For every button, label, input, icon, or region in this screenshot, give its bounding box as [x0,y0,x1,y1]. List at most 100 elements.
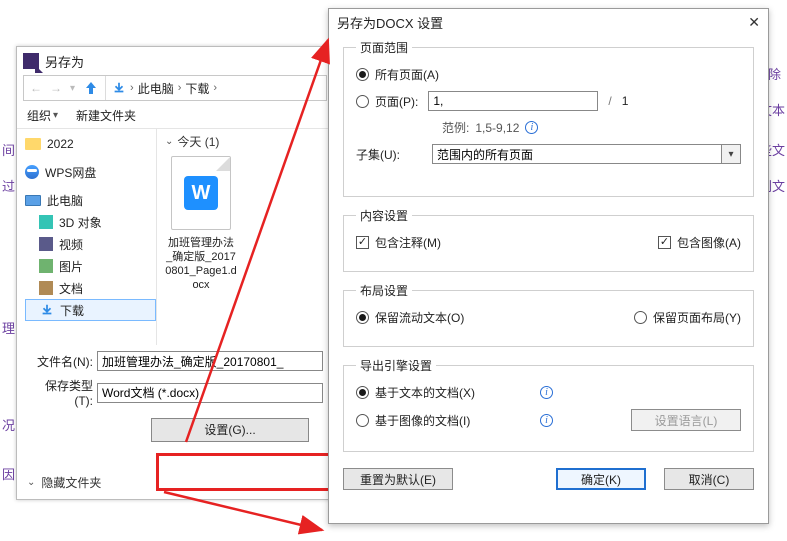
chevron-right-icon[interactable]: › [130,82,134,94]
breadcrumb-downloads[interactable]: 下载 [185,80,209,97]
organize-menu[interactable]: 组织▾ [27,107,58,124]
radio-engine-image[interactable]: 基于图像的文档(I) [356,412,516,429]
radio-pages[interactable]: 页面(P): [356,93,418,110]
hide-folders-toggle[interactable]: ⌄ 隐藏文件夹 [27,474,101,491]
tree-item-docs[interactable]: 文档 [25,277,156,299]
bg-text: 过 [2,176,15,195]
example-label: 范例: [442,119,469,136]
chevron-down-icon[interactable]: ▾ [721,144,741,164]
address-bar[interactable]: ← → ▾ › 此电脑 › 下载 › [23,75,327,101]
group-page-range: 页面范围 所有页面(A) 页面(P): / 1 范例: 1,5-9,12 i [343,39,754,197]
info-icon[interactable]: i [540,386,553,399]
dialog-title: 另存为 [45,52,84,71]
chevron-down-icon: ⌄ [27,477,35,488]
bg-text: 除 [768,64,781,83]
group-title: 布局设置 [356,282,412,299]
checkbox-icon [658,236,671,249]
group-layout: 布局设置 保留流动文本(O) 保留页面布局(Y) [343,282,754,347]
info-icon[interactable]: i [525,121,538,134]
file-item[interactable]: W 加班管理办法_确定版_20170801_Page1.docx [165,156,237,292]
info-icon[interactable]: i [540,414,553,427]
filetype-select[interactable] [97,383,323,403]
download-icon [112,81,126,95]
radio-icon [356,68,369,81]
nav-up-icon[interactable] [83,80,99,96]
radio-icon [356,386,369,399]
chevron-right-icon[interactable]: › [178,82,182,94]
new-folder-button[interactable]: 新建文件夹 [76,107,136,124]
tree-item-video[interactable]: 视频 [25,233,156,255]
folder-icon [25,138,41,150]
dialog-title: 另存为DOCX 设置 [337,13,443,32]
set-language-button: 设置语言(L) [631,409,741,431]
checkbox-include-notes[interactable]: 包含注释(M) [356,234,441,251]
radio-icon [634,311,647,324]
subset-label: 子集(U): [356,146,422,163]
cloud-icon [25,165,39,179]
toolbar: 组织▾ 新建文件夹 [17,101,333,129]
tree-item-pic[interactable]: 图片 [25,255,156,277]
bg-text: 理 [2,318,15,337]
pages-total: 1 [622,94,629,108]
video-icon [39,237,53,251]
settings-button[interactable]: 设置(G)... [151,418,309,442]
word-icon: W [184,176,218,210]
example-value: 1,5-9,12 [475,121,519,135]
bg-text: 因 [2,464,15,483]
download-icon [40,303,54,317]
tree-item-wps[interactable]: WPS网盘 [25,161,156,183]
tree-item-2022[interactable]: 2022 [25,133,156,155]
folder-tree[interactable]: 2022 WPS网盘 此电脑 3D 对象 视频 图片 文档 下载 [17,129,157,345]
tree-item-pc[interactable]: 此电脑 [25,189,156,211]
reset-defaults-button[interactable]: 重置为默认(E) [343,468,453,490]
radio-page-layout[interactable]: 保留页面布局(Y) [634,309,741,326]
filename-input[interactable] [97,351,323,371]
slash-separator: / [608,94,611,108]
radio-engine-text[interactable]: 基于文本的文档(X) [356,384,516,401]
subset-select[interactable]: ▾ [432,144,741,164]
group-header-today[interactable]: ⌄ 今天 (1) [165,133,325,150]
radio-icon [356,414,369,427]
file-list[interactable]: ⌄ 今天 (1) W 加班管理办法_确定版_20170801_Page1.doc… [157,129,333,345]
checkbox-icon [356,236,369,249]
pages-input[interactable] [428,91,598,111]
group-title: 导出引擎设置 [356,357,436,374]
filetype-label: 保存类型(T): [27,377,97,408]
close-icon[interactable]: ✕ [748,14,760,31]
chevron-down-icon[interactable]: ⌄ [165,136,173,147]
ok-button[interactable]: 确定(K) [556,468,646,490]
checkbox-include-images[interactable]: 包含图像(A) [658,234,741,251]
annotation-highlight [156,453,334,491]
radio-flow-text[interactable]: 保留流动文本(O) [356,309,464,326]
group-engine: 导出引擎设置 基于文本的文档(X) i 基于图像的文档(I) i 设置语言(L) [343,357,754,452]
subset-value[interactable] [432,144,721,164]
group-content: 内容设置 包含注释(M) 包含图像(A) [343,207,754,272]
cube-icon [39,215,53,229]
tree-item-3d[interactable]: 3D 对象 [25,211,156,233]
breadcrumb-pc[interactable]: 此电脑 [138,80,174,97]
radio-icon [356,311,369,324]
nav-forward-icon[interactable]: → [50,81,62,95]
chevron-right-icon[interactable]: › [213,82,217,94]
file-thumbnail: W [171,156,231,230]
cancel-button[interactable]: 取消(C) [664,468,754,490]
radio-all-pages[interactable]: 所有页面(A) [356,66,741,83]
save-as-dialog: 另存为 ← → ▾ › 此电脑 › 下载 › 组织▾ 新建文件夹 2022 WP… [16,46,334,500]
tree-item-downloads[interactable]: 下载 [25,299,156,321]
file-name: 加班管理办法_确定版_20170801_Page1.docx [165,236,237,292]
docx-settings-dialog: 另存为DOCX 设置 ✕ 页面范围 所有页面(A) 页面(P): / 1 范例: [328,8,769,524]
filename-label: 文件名(N): [27,353,97,370]
group-title: 内容设置 [356,207,412,224]
radio-icon [356,95,369,108]
bg-text: 间 [2,140,15,159]
app-icon [23,53,39,69]
dialog-footer: 重置为默认(E) 确定(K) 取消(C) [329,462,768,490]
dialog-title-bar[interactable]: 另存为 [17,47,333,75]
group-title: 页面范围 [356,39,412,56]
picture-icon [39,259,53,273]
nav-recent-icon[interactable]: ▾ [70,83,75,94]
dialog-title-bar[interactable]: 另存为DOCX 设置 ✕ [329,9,768,35]
nav-back-icon[interactable]: ← [30,81,42,95]
document-icon [39,281,53,295]
pc-icon [25,195,41,206]
